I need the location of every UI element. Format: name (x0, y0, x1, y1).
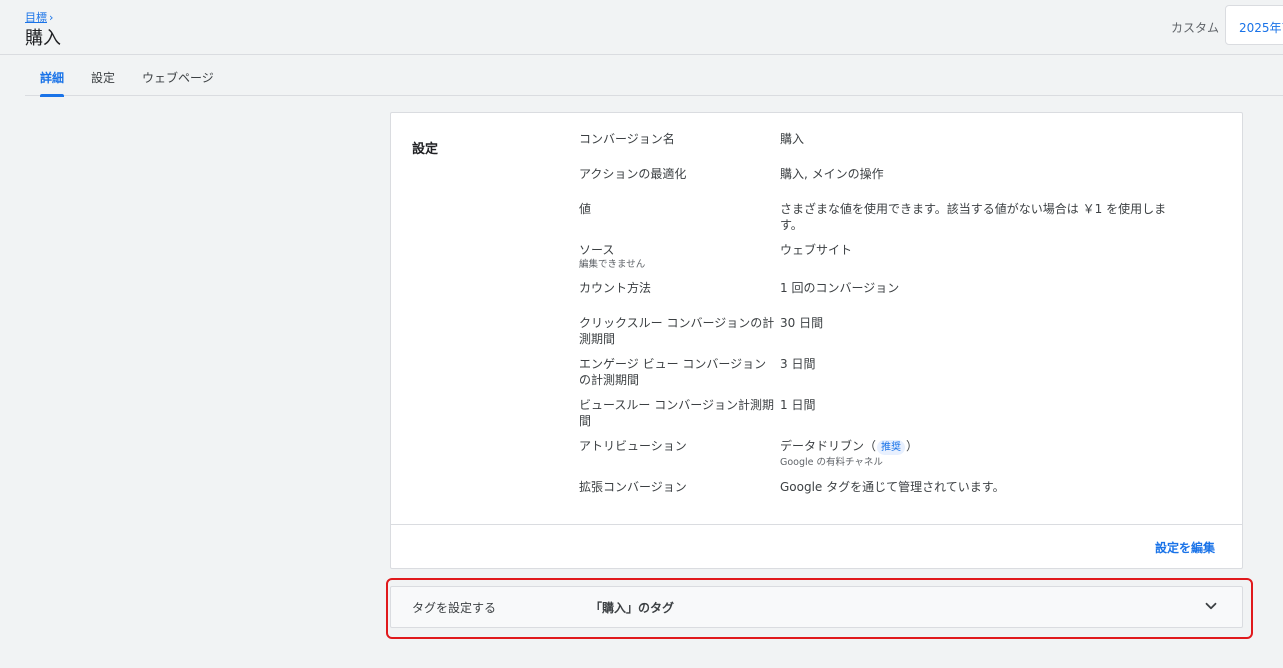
edit-settings-button[interactable]: 設定を編集 (1155, 539, 1215, 556)
tab-settings[interactable]: 設定 (91, 56, 115, 96)
settings-key: 拡張コンバージョン (579, 480, 687, 494)
attribution-note: Google の有料チャネル (780, 457, 883, 468)
settings-value: ウェブサイト (780, 243, 853, 257)
tab-webpages[interactable]: ウェブページ (142, 56, 214, 96)
settings-key: アトリビューション (579, 439, 687, 453)
breadcrumb: 目標 › (25, 9, 53, 25)
settings-key-note: 編集できません (579, 259, 646, 270)
chevron-down-icon[interactable] (1202, 597, 1220, 615)
settings-card: 設定 コンバージョン名 購入 アクションの最適化 購入, メインの操作 値 さま… (390, 112, 1243, 569)
settings-value: 30 日間 (780, 316, 824, 330)
settings-value: さまざまな値を使用できます。該当する値がない場合は ￥1 を使用します。 (780, 202, 1167, 232)
attribution-model-close: ） (906, 439, 919, 453)
settings-value: 1 回のコンバージョン (780, 281, 900, 295)
settings-value: 購入 (780, 132, 805, 146)
settings-value: 購入, メインの操作 (780, 167, 884, 181)
date-range-picker[interactable]: 2025年7 (1225, 5, 1283, 45)
settings-value: Google タグを通じて管理されています。 (780, 480, 1005, 494)
settings-key: ビュースルー コンバージョン計測期間 (579, 398, 774, 428)
breadcrumb-link-goals[interactable]: 目標 (25, 9, 47, 25)
recommended-badge: 推奨 (877, 440, 906, 455)
page-title: 購入 (25, 28, 61, 49)
date-range-label: カスタム (1171, 21, 1220, 35)
settings-value: データドリブン（ 推奨） Google の有料チャネル (780, 438, 1170, 471)
tag-setup-description: 「購入」のタグ (590, 601, 675, 615)
settings-key: コンバージョン名 (579, 132, 675, 146)
settings-section-title: 設定 (412, 142, 439, 157)
tag-setup-panel[interactable]: タグを設定する 「購入」のタグ (390, 586, 1243, 628)
settings-value: 1 日間 (780, 398, 816, 412)
settings-key: ソース 編集できません (579, 242, 775, 272)
page-header: 目標 › 購入 カスタム 2025年7 (0, 0, 1283, 55)
chevron-right-icon: › (49, 10, 54, 24)
settings-key: クリックスルー コンバージョンの計測期間 (579, 316, 775, 346)
settings-value: 3 日間 (780, 357, 816, 371)
settings-key: カウント方法 (579, 281, 652, 295)
settings-key: エンゲージ ビュー コンバージョンの計測期間 (579, 357, 767, 387)
tab-bar: 詳細 設定 ウェブページ (25, 56, 1283, 97)
attribution-model: データドリブン（ (780, 439, 877, 453)
settings-key: 値 (579, 202, 592, 216)
settings-card-footer: 設定を編集 (391, 524, 1242, 569)
settings-key: アクションの最適化 (579, 167, 687, 181)
settings-key-label: ソース (579, 243, 615, 257)
tag-setup-label: タグを設定する (412, 601, 497, 615)
tab-details[interactable]: 詳細 (40, 56, 65, 97)
